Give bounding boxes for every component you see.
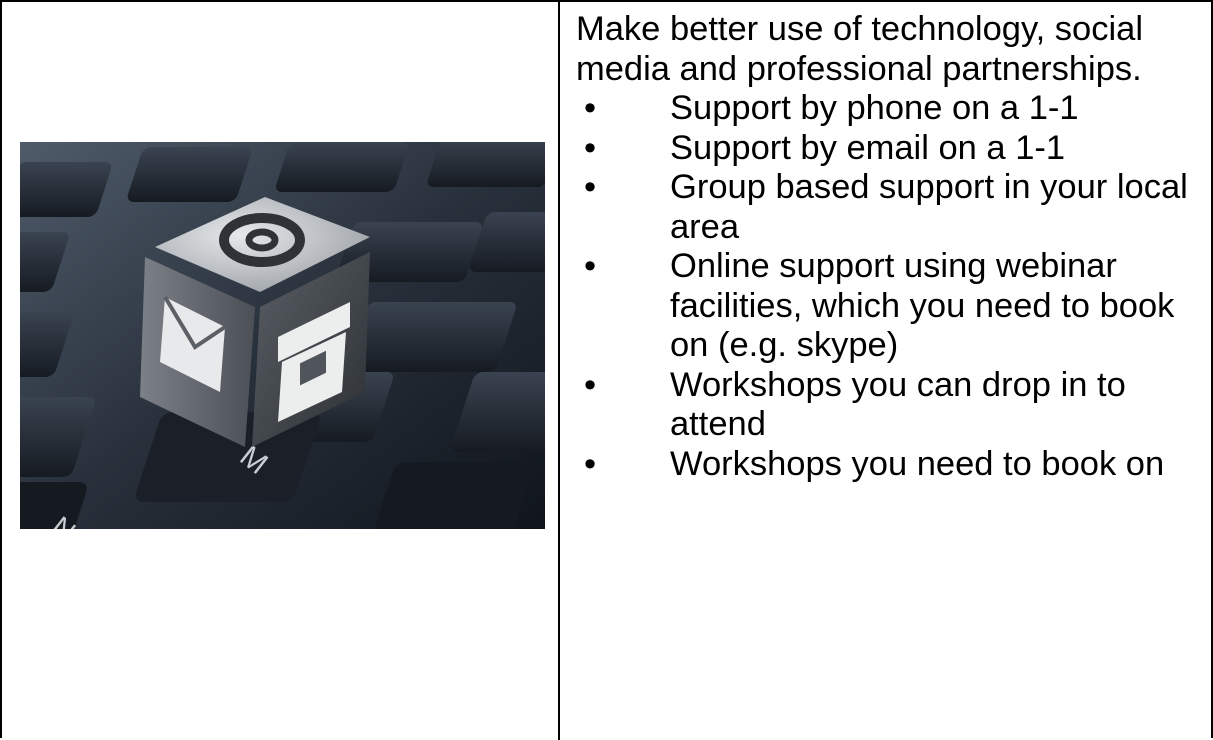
bullet-icon: • [584,89,597,127]
list-item: • Group based support in your local area [584,168,1188,246]
bullet-icon: • [584,365,597,404]
image-cell: M N [2,2,558,740]
list-item: • Workshops you can drop in to attend [584,365,1126,444]
list-item: • Online support using webinar facilities… [584,247,1175,364]
column-divider [558,2,560,740]
bullet-icon: • [584,247,597,285]
content-table: M N Make better use of technology, socia… [0,0,1213,740]
list-item: • Support by phone on a 1-1 [584,89,1079,127]
list-item: • Workshops you need to book on [584,444,1165,483]
bullet-icon: • [584,444,597,483]
keyboard-dice-illustration: M N [20,142,545,529]
support-options-list: • Support by phone on a 1-1 • Support by e… [576,89,1206,484]
intro-paragraph: Make better use of technology, social me… [576,10,1144,88]
text-cell: Make better use of technology, social me… [576,10,1206,484]
communication-dice-photo: M N [20,142,545,529]
bullet-icon: • [584,168,597,206]
list-item: • Support by email on a 1-1 [584,128,1066,167]
bullet-icon: • [584,128,597,167]
